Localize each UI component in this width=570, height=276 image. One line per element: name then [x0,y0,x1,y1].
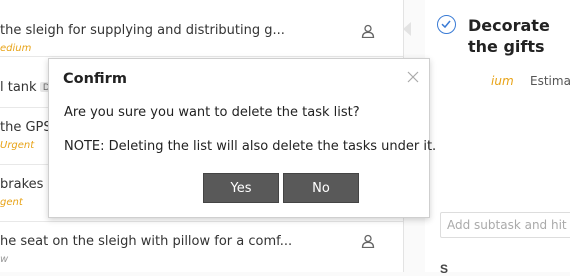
detail-priority[interactable]: ium [491,74,514,88]
task-title[interactable]: he seat on the sleigh with pillow for a … [0,234,292,249]
subtask-input[interactable]: Add subtask and hit en [440,212,570,238]
dialog-title: Confirm [63,71,127,87]
detail-section-label: S [440,262,449,276]
task-title[interactable]: the sleigh for supplying and distributin… [0,23,285,38]
dialog-message: Are you sure you want to delete the task… [64,105,360,120]
yes-button[interactable]: Yes [203,173,279,203]
task-title[interactable]: brakes c [0,177,55,192]
task-detail-pane: Decorate the gifts ium Estimat Add subta… [425,0,570,276]
detail-title[interactable]: Decorate the gifts [468,15,570,57]
user-icon[interactable] [361,234,375,248]
task-title[interactable]: l tank [0,80,37,95]
dialog-note: NOTE: Deleting the list will also delete… [64,139,437,154]
check-circle-icon[interactable] [437,15,456,34]
detail-pointer [403,22,411,36]
no-button[interactable]: No [283,173,359,203]
task-priority: w [0,254,9,265]
task-priority: Urgent [0,140,35,151]
confirm-dialog: Confirm Are you sure you want to delete … [48,58,436,218]
close-icon[interactable] [407,71,419,83]
detail-estimate[interactable]: Estimat [530,74,570,88]
task-row[interactable]: he seat on the sleigh with pillow for a … [0,222,403,272]
task-priority: edium [0,43,32,54]
task-row[interactable]: the sleigh for supplying and distributin… [0,0,403,57]
task-priority: gent [0,197,23,208]
user-icon[interactable] [361,24,375,38]
